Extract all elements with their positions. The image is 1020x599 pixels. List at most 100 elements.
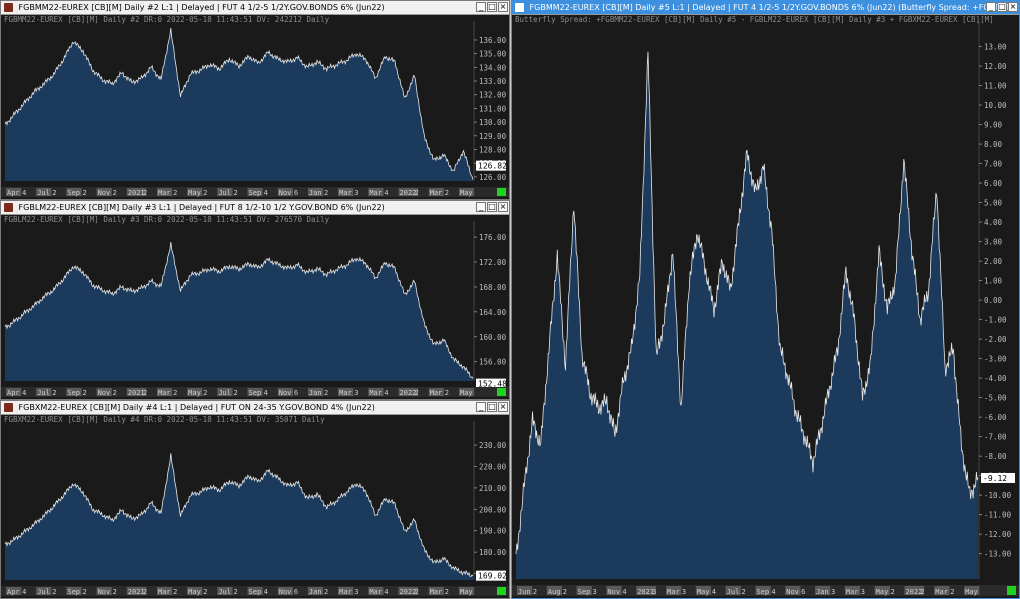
date-tick-label: Sep	[756, 588, 769, 596]
date-tick-label: May	[876, 588, 889, 596]
date-tick-label: 2	[82, 189, 86, 197]
chart-canvas[interactable]: 136.00 135.00 134.00 133.00 132.00 131.00 130.…	[1, 1, 510, 200]
date-tick-label: Jul	[37, 588, 50, 596]
date-tick-label: Nov	[98, 588, 111, 596]
y-tick-label: -10.00	[984, 491, 1012, 500]
date-tick-label: May	[188, 189, 201, 197]
date-tick-label: Sep	[249, 189, 262, 197]
date-tick-label: 3	[354, 389, 358, 397]
date-tick-label: 6	[294, 588, 298, 596]
last-price-marker: 169.02	[476, 570, 507, 581]
date-tick-label: Mar	[158, 588, 171, 596]
date-tick-label: Aug	[548, 588, 561, 596]
y-tick-label: 129.00	[479, 132, 507, 141]
green-status-square[interactable]	[1007, 586, 1016, 595]
date-tick-label: 6	[801, 588, 805, 596]
date-tick-label: 2	[324, 389, 328, 397]
y-tick-label: 3.00	[984, 238, 1003, 247]
y-tick-label: 164.00	[479, 308, 507, 317]
chart-canvas[interactable]: 176.00172.00168.00164.00160.00156.00152.…	[1, 201, 510, 400]
date-tick-label: 2	[445, 588, 449, 596]
date-tick-label: 4	[264, 189, 268, 197]
date-tick-label: 2	[445, 389, 449, 397]
green-status-square[interactable]	[497, 388, 506, 396]
date-tick-label: 4	[22, 189, 26, 197]
date-tick-label: 3	[861, 588, 865, 596]
date-tick-label: 4	[22, 389, 26, 397]
date-tick-label: 2	[143, 588, 147, 596]
date-tick-label: May	[460, 588, 473, 596]
chart-window-fgbl[interactable]: FGBLM22-EUREX [CB][M] Daily #3 L:1 | Del…	[0, 200, 510, 400]
chart-window-fgbm[interactable]: FGBMM22-EUREX [CB][M] Daily #2 L:1 | Del…	[0, 0, 510, 200]
y-tick-label: 1.00	[984, 277, 1003, 286]
date-tick-label: Apr	[7, 389, 20, 397]
chart-canvas[interactable]: 230.00220.00210.00200.00190.00180.00170.…	[1, 401, 510, 599]
y-tick-label: 131.00	[479, 104, 507, 113]
date-tick-label: 2	[415, 588, 419, 596]
price-area-fill	[5, 453, 473, 580]
price-area-fill	[5, 242, 473, 381]
y-tick-label: 128.00	[479, 146, 507, 155]
date-tick-label: Jun	[518, 588, 531, 596]
date-tick-label: 3	[354, 189, 358, 197]
y-tick-label: 126.00	[479, 173, 507, 182]
date-tick-label: Mar	[158, 189, 171, 197]
date-tick-label: 3	[682, 588, 686, 596]
chart-window-butterfly[interactable]: FGBMM22-EUREX [CB][M] Daily #5 L:1 | Del…	[511, 0, 1020, 599]
y-tick-label: -7.00	[984, 433, 1007, 442]
y-tick-label: -11.00	[984, 511, 1012, 520]
y-tick-label: 134.00	[479, 63, 507, 72]
green-status-square[interactable]	[497, 188, 506, 196]
date-tick-label: 3	[354, 588, 358, 596]
date-tick-label: Nov	[607, 588, 620, 596]
date-tick-label: Mar	[430, 588, 443, 596]
y-tick-label: 11.00	[984, 82, 1007, 91]
date-tick-label: 2	[233, 389, 237, 397]
date-tick-label: 2	[82, 588, 86, 596]
y-tick-label: -1.00	[984, 316, 1007, 325]
date-tick-label: Mar	[369, 588, 382, 596]
date-tick-label: Jul	[218, 588, 231, 596]
y-tick-label: -13.00	[984, 550, 1012, 559]
date-tick-label: May	[188, 588, 201, 596]
date-tick-label: Nov	[98, 189, 111, 197]
date-tick-label: 3	[831, 588, 835, 596]
y-tick-label: 132.00	[479, 91, 507, 100]
date-tick-label: 2	[203, 389, 207, 397]
date-tick-label: 2	[920, 588, 924, 596]
y-tick-label: 180.00	[479, 548, 507, 557]
date-tick-label: Jan	[309, 389, 322, 397]
date-tick-label: May	[697, 588, 710, 596]
date-tick-label: Sep	[578, 588, 591, 596]
green-status-square[interactable]	[497, 587, 506, 595]
y-tick-label: 160.00	[479, 333, 507, 342]
date-tick-label: 2	[415, 389, 419, 397]
date-tick-label: Mar	[369, 389, 382, 397]
date-tick-label: Jul	[727, 588, 740, 596]
y-tick-label: 176.00	[479, 233, 507, 242]
y-tick-label: -2.00	[984, 335, 1007, 344]
date-tick-label: Sep	[67, 588, 80, 596]
date-tick-label: Sep	[67, 389, 80, 397]
y-tick-label: 4.00	[984, 218, 1003, 227]
y-tick-label: -6.00	[984, 413, 1007, 422]
date-tick-label: Mar	[430, 389, 443, 397]
y-tick-label: -5.00	[984, 394, 1007, 403]
date-tick-label: 4	[384, 189, 388, 197]
price-area-fill	[516, 51, 978, 580]
date-tick-label: Jul	[37, 389, 50, 397]
date-tick-label: 2	[203, 588, 207, 596]
date-tick-label: Nov	[279, 588, 292, 596]
chart-canvas[interactable]: 13.00 12.00 11.00 10.00 9.00 8.00 7.00 6.00 5.00…	[512, 1, 1020, 599]
date-tick-label: 2	[173, 389, 177, 397]
date-tick-label: Jan	[309, 588, 322, 596]
y-tick-label: 172.00	[479, 258, 507, 267]
date-tick-label: 2	[950, 588, 954, 596]
date-tick-label: May	[188, 389, 201, 397]
date-tick-label: 2	[445, 189, 449, 197]
date-tick-label: 2	[173, 189, 177, 197]
y-tick-label: 10.00	[984, 101, 1007, 110]
y-tick-label: 190.00	[479, 527, 507, 536]
date-tick-label: Apr	[7, 588, 20, 596]
chart-window-fgbx[interactable]: FGBXM22-EUREX [CB][M] Daily #4 L:1 | Del…	[0, 400, 510, 599]
